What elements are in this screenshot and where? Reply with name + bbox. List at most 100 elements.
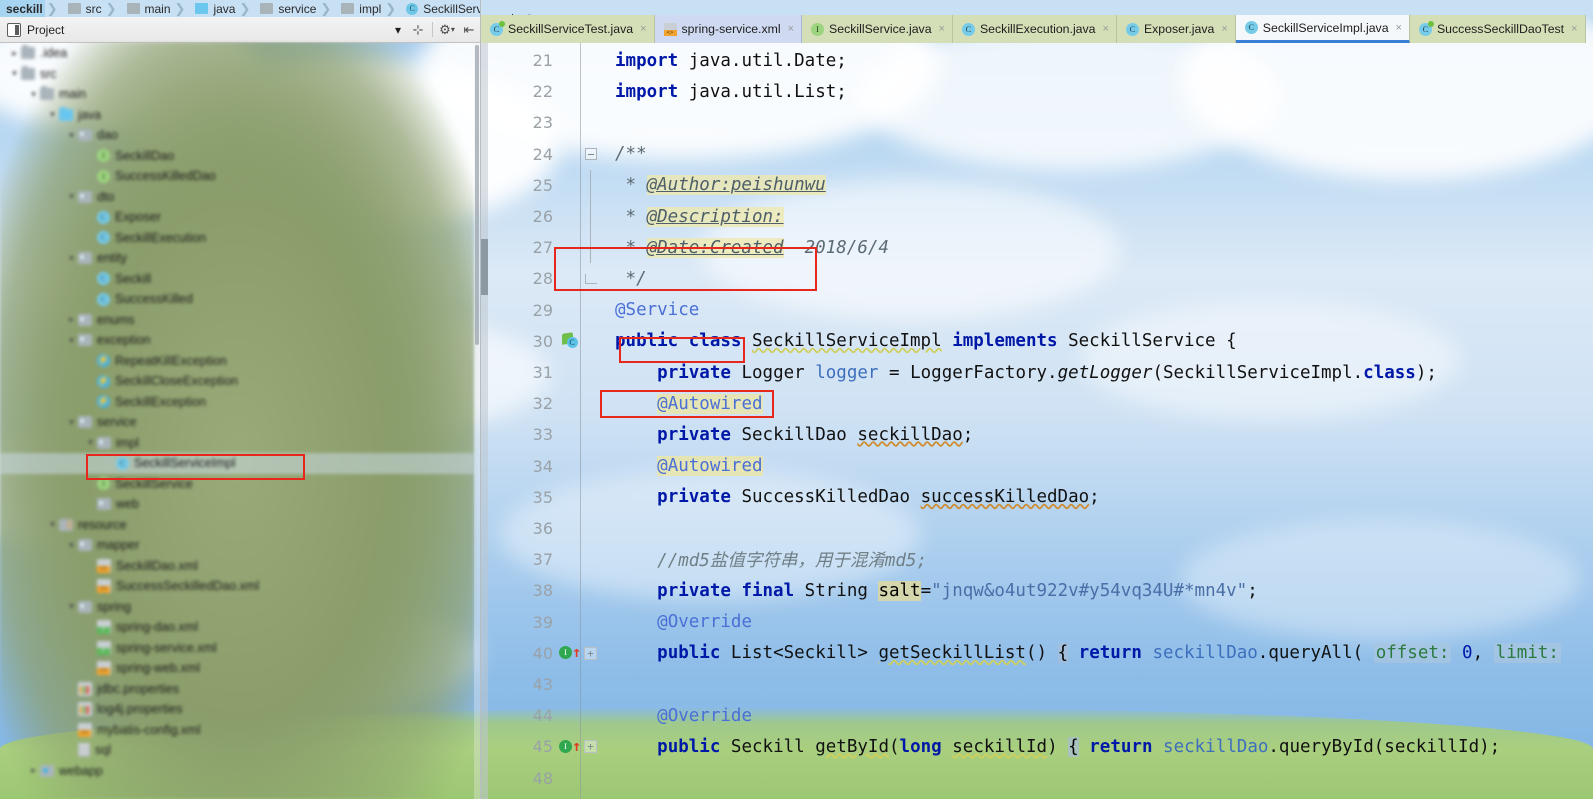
chevron-down-icon[interactable]: ▾ <box>84 437 97 448</box>
code-line-32[interactable]: 32 @Autowired <box>481 388 1593 419</box>
chevron-down-icon[interactable]: ▾ <box>65 601 78 612</box>
tree-item-seckilldao-xml[interactable]: ▸ SeckillDao.xml <box>0 556 198 577</box>
tree-item-mapper[interactable]: ▾ mapper <box>0 535 139 556</box>
settings-gear-icon[interactable]: ⚙ ▾ <box>436 19 458 41</box>
chevron-down-icon[interactable]: ▾ <box>8 68 21 79</box>
editor-tab-seckillservice-java[interactable]: I SeckillService.java × <box>802 15 953 43</box>
tree-item-dto[interactable]: ▾ dto <box>0 187 114 208</box>
tree-item-spring-service-xml[interactable]: ▸ spring-service.xml <box>0 638 217 659</box>
chevron-down-icon[interactable]: ▾ <box>46 519 59 530</box>
code-line-31[interactable]: 31 private Logger logger = LoggerFactory… <box>481 357 1593 388</box>
close-icon[interactable]: × <box>1571 23 1577 35</box>
breadcrumb-item-java[interactable]: java <box>189 0 237 17</box>
tree-item-successkilleddao[interactable]: ▸I SuccessKilledDao <box>0 166 216 187</box>
breadcrumb-item-seckill[interactable]: seckill <box>0 0 45 17</box>
editor-tab-seckillexecution-java[interactable]: C SeckillExecution.java × <box>952 15 1117 43</box>
chevron-down-icon[interactable]: ▾ <box>65 417 78 428</box>
tree-item-seckilldao[interactable]: ▸I SeckillDao <box>0 146 174 167</box>
breadcrumb-item-impl[interactable]: impl <box>335 0 383 17</box>
expand-fold-icon[interactable]: + <box>584 740 597 754</box>
tree-item-seckill[interactable]: ▸C Seckill <box>0 269 151 290</box>
tree-item-web[interactable]: ▸ web <box>0 494 139 515</box>
code-line-37[interactable]: 37 //md5盐值字符串，用于混淆md5; <box>481 544 1593 575</box>
chevron-down-icon[interactable]: ▾ <box>46 109 59 120</box>
tree-item-service[interactable]: ▾ service <box>0 412 136 433</box>
code-line-38[interactable]: 38 private final String salt="jnqw&o4ut9… <box>481 575 1593 606</box>
code-line-36[interactable]: 36 <box>481 513 1593 544</box>
tree-item-spring-web-xml[interactable]: ▸ spring-web.xml <box>0 658 200 679</box>
chevron-down-icon[interactable]: ▾ <box>65 130 78 141</box>
editor-tab-bar[interactable]: CSeckillServiceTest.java×spring-service.… <box>481 14 1593 43</box>
scrollbar-thumb[interactable] <box>475 45 479 345</box>
tree-item-seckillexecution[interactable]: ▸C SeckillExecution <box>0 228 206 249</box>
tree-item-exposer[interactable]: ▸C Exposer <box>0 207 161 228</box>
editor-tab-seckillservicetest-java[interactable]: C SeckillServiceTest.java × <box>481 15 655 43</box>
editor-tab-seckillserviceimpl-java[interactable]: C SeckillServiceImpl.java × <box>1235 15 1410 43</box>
tree-item-spring-dao-xml[interactable]: ▸ spring-dao.xml <box>0 617 198 638</box>
close-icon[interactable]: × <box>788 23 794 35</box>
chevron-down-icon[interactable]: ▾ <box>65 540 78 551</box>
tree-item-exception[interactable]: ▾ exception <box>0 330 150 351</box>
chevron-down-icon[interactable]: ▾ <box>395 23 401 37</box>
tree-item-successseckilleddao-xml[interactable]: ▸ SuccessSeckilledDao.xml <box>0 576 259 597</box>
code-line-26[interactable]: 26 * @Description: <box>481 201 1593 233</box>
tree-item-sql[interactable]: ▸ sql <box>0 740 111 761</box>
chevron-right-icon[interactable]: ▸ <box>27 765 40 776</box>
tree-item-webapp[interactable]: ▸ webapp <box>0 761 103 782</box>
code-line-44[interactable]: 44 @Override <box>481 700 1593 731</box>
implementing-method-gutter-icon[interactable] <box>559 643 581 661</box>
code-line-27[interactable]: 27 * @Date:Created 2018/6/4 <box>481 232 1593 264</box>
tree-item-java[interactable]: ▾ java <box>0 105 101 126</box>
tree-item-seckillserviceimpl[interactable]: ▸C SeckillServiceImpl <box>0 453 474 474</box>
code-line-49[interactable]: 49 @Override <box>481 794 1593 799</box>
close-icon[interactable]: × <box>640 23 646 35</box>
collapse-fold-icon[interactable] <box>584 148 597 161</box>
chevron-right-icon[interactable]: ▸ <box>8 48 21 59</box>
close-icon[interactable]: × <box>939 23 945 35</box>
close-icon[interactable]: × <box>1221 23 1227 35</box>
editor-tab-exposer-java[interactable]: C Exposer.java × <box>1116 15 1236 43</box>
breadcrumb-item-service[interactable]: service <box>254 0 318 17</box>
chevron-down-icon[interactable]: ▾ <box>65 253 78 264</box>
breadcrumb-item-main[interactable]: main <box>121 0 173 17</box>
code-line-34[interactable]: 34 @Autowired <box>481 451 1593 482</box>
code-line-48[interactable]: 48 <box>481 763 1593 794</box>
tree-item-seckillservice[interactable]: ▸I SeckillService <box>0 474 193 495</box>
chevron-down-icon[interactable]: ▾ <box>65 335 78 346</box>
tree-item-idea[interactable]: ▸ .idea <box>0 43 67 64</box>
chevron-down-icon[interactable]: ▾ <box>27 89 40 100</box>
chevron-right-icon[interactable]: ▸ <box>65 314 78 325</box>
close-icon[interactable]: × <box>1103 23 1109 35</box>
tree-item-seckillcloseexception[interactable]: ▸⚡ SeckillCloseException <box>0 371 238 392</box>
tree-item-src[interactable]: ▾ src <box>0 64 57 85</box>
tree-item-entity[interactable]: ▾ entity <box>0 248 127 269</box>
breadcrumb-item-src[interactable]: src <box>62 0 104 17</box>
code-line-39[interactable]: 39 @Override <box>481 607 1593 638</box>
chevron-down-icon[interactable]: ▾ <box>65 191 78 202</box>
implementing-method-gutter-icon[interactable] <box>559 737 581 755</box>
code-line-23[interactable]: 23 <box>481 107 1593 138</box>
code-line-21[interactable]: 21 import java.util.Date; <box>481 45 1593 76</box>
tree-item-resource[interactable]: ▾ resource <box>0 515 126 536</box>
editor-tab-successseckilldaotest[interactable]: C SuccessSeckillDaoTest × <box>1409 15 1586 43</box>
editor-tab-spring-service-xml[interactable]: spring-service.xml × <box>654 15 803 43</box>
close-icon[interactable]: × <box>1396 22 1402 34</box>
class-gutter-icon[interactable] <box>562 333 578 349</box>
tree-item-spring[interactable]: ▾ spring <box>0 597 131 618</box>
tree-item-successkilled[interactable]: ▸C SuccessKilled <box>0 289 193 310</box>
tree-item-main[interactable]: ▾ main <box>0 84 86 105</box>
tree-item-jdbc-properties[interactable]: ▸ jdbc.properties <box>0 679 179 700</box>
collapse-all-icon[interactable]: ⊹ <box>407 19 429 41</box>
tree-item-seckillexception[interactable]: ▸⚡ SeckillException <box>0 392 206 413</box>
code-line-22[interactable]: 22 import java.util.List; <box>481 76 1593 107</box>
tree-item-enums[interactable]: ▸ enums <box>0 310 134 331</box>
code-line-33[interactable]: 33 private SeckillDao seckillDao; <box>481 419 1593 450</box>
expand-fold-icon[interactable]: + <box>584 646 597 660</box>
project-tree[interactable]: ▸.idea▾src▾main▾java▾dao▸ISeckillDao▸ISu… <box>0 43 474 799</box>
code-line-40[interactable]: 40 + public List<Seckill> getSeckillList(… <box>481 638 1593 669</box>
code-line-43[interactable]: 43 <box>481 669 1593 700</box>
code-line-24[interactable]: 24 /** <box>481 139 1593 170</box>
code-line-29[interactable]: 29 @Service <box>481 295 1593 326</box>
hide-panel-icon[interactable]: ⇤ <box>458 19 480 41</box>
tree-item-dao[interactable]: ▾ dao <box>0 125 118 146</box>
